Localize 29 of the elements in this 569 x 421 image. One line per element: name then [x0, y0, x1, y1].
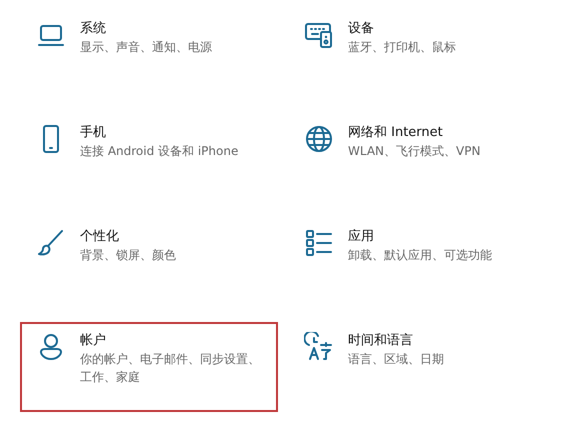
- category-description: 连接 Android 设备和 iPhone: [80, 143, 240, 160]
- settings-category[interactable]: 个性化 背景、锁屏、颜色: [20, 218, 278, 308]
- category-description: 卸载、默认应用、可选功能: [348, 247, 493, 264]
- category-description: 背景、锁屏、颜色: [80, 247, 177, 264]
- category-title: 系统: [80, 20, 107, 38]
- settings-category[interactable]: 设备 蓝牙、打印机、鼠标: [288, 10, 546, 100]
- settings-category[interactable]: 手机 连接 Android 设备和 iPhone: [20, 114, 278, 204]
- category-description: 语言、区域、日期: [348, 351, 445, 368]
- keyboard-and-speaker-icon: [304, 20, 334, 50]
- settings-category[interactable]: 应用 卸载、默认应用、可选功能: [288, 218, 546, 308]
- category-title: 帐户: [80, 332, 107, 350]
- category-title: 设备: [348, 20, 375, 38]
- category-title: 时间和语言: [348, 332, 414, 350]
- category-title: 个性化: [80, 228, 120, 246]
- category-description: 你的帐户、电子邮件、同步设置、工作、家庭: [80, 351, 260, 386]
- category-title: 手机: [80, 124, 107, 142]
- settings-category[interactable]: 系统 显示、声音、通知、电源: [20, 10, 278, 100]
- category-title: 应用: [348, 228, 375, 246]
- paintbrush-icon: [36, 228, 66, 258]
- settings-category[interactable]: 网络和 Internet WLAN、飞行模式、VPN: [288, 114, 546, 204]
- clock-and-letter-icon: [304, 332, 334, 362]
- list-icon: [304, 228, 334, 258]
- settings-category[interactable]: 时间和语言 语言、区域、日期: [288, 322, 546, 412]
- category-title: 网络和 Internet: [348, 124, 444, 142]
- globe-icon: [304, 124, 334, 154]
- category-description: 显示、声音、通知、电源: [80, 39, 213, 56]
- settings-category[interactable]: 帐户 你的帐户、电子邮件、同步设置、工作、家庭: [20, 322, 278, 412]
- category-description: WLAN、飞行模式、VPN: [348, 143, 482, 160]
- category-description: 蓝牙、打印机、鼠标: [348, 39, 457, 56]
